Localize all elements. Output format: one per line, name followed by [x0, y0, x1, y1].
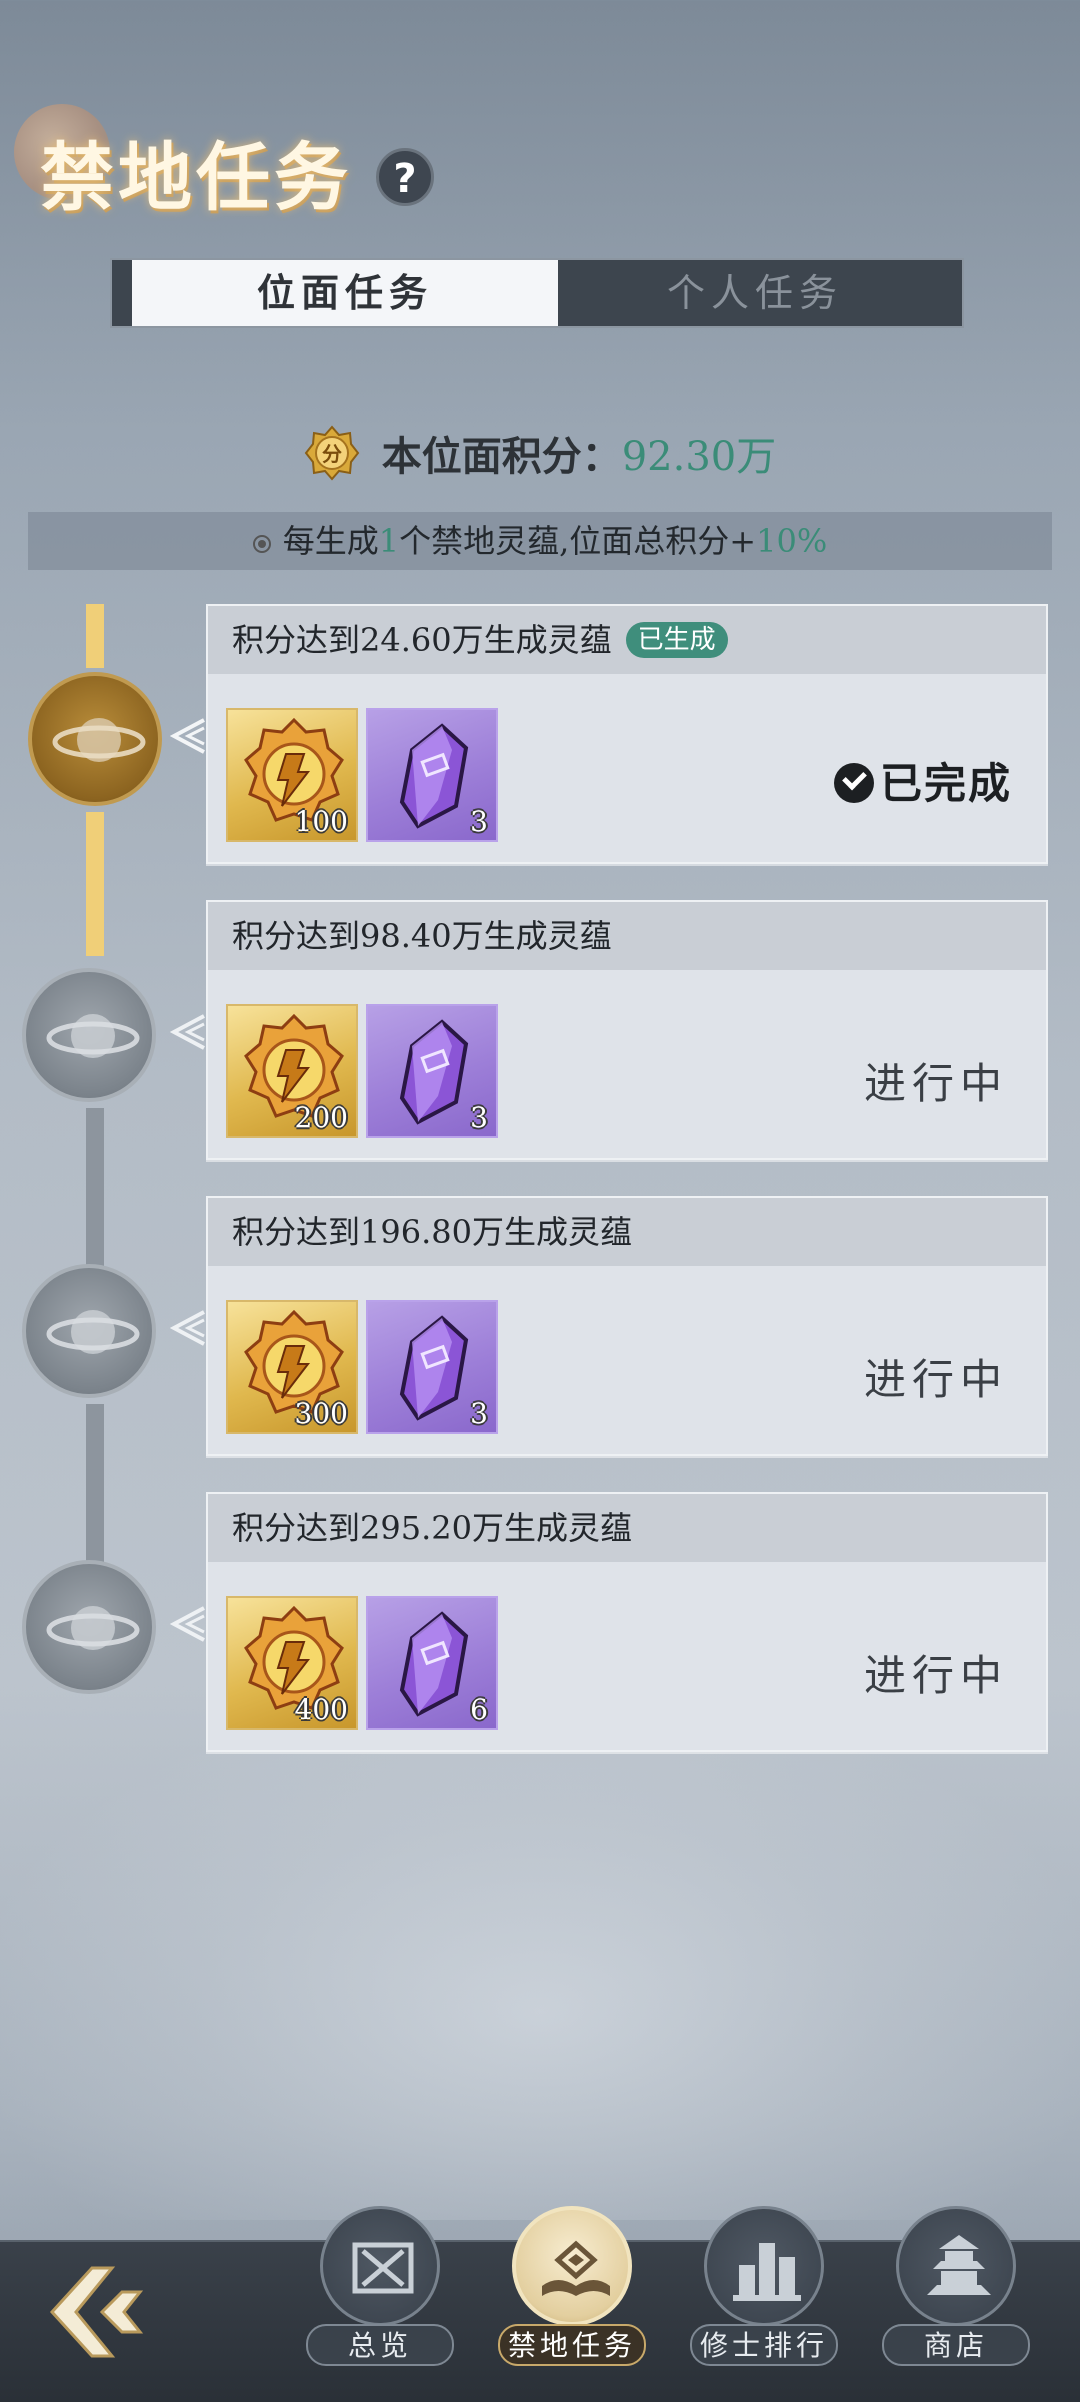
scroll-swords-icon: [352, 2242, 414, 2294]
reward-qty: 200: [294, 1101, 348, 1134]
back-arrow-icon[interactable]: [44, 2262, 154, 2362]
planet-icon: [52, 718, 146, 762]
task-status: 进行中: [863, 1355, 1008, 1404]
book-icon: [542, 2240, 610, 2296]
planet-icon: [46, 1606, 140, 1650]
score-label: 本位面积分：: [381, 433, 622, 480]
reward-item-crystal[interactable]: 6: [366, 1596, 498, 1730]
task-card: 积分达到24.60万生成灵蕴 已生成 100 3 已完成: [206, 604, 1048, 864]
timeline-track: [86, 1404, 104, 1564]
nav-forbidden-tasks[interactable]: 禁地任务: [492, 2206, 652, 2396]
nav-forbidden-tasks-circle: [512, 2206, 632, 2326]
pointer-arrow-icon: [170, 718, 205, 754]
tab-bar: 位面任务 个人任务: [110, 258, 964, 328]
task-status: 进行中: [863, 1651, 1008, 1700]
task-title: 积分达到24.60万生成灵蕴 已生成: [208, 606, 1046, 674]
nav-ranking-circle: [704, 2206, 824, 2326]
reward-item-gold-token[interactable]: 300: [226, 1300, 358, 1434]
reward-qty: 300: [294, 1397, 348, 1430]
reward-qty: 6: [470, 1693, 488, 1726]
plane-score: 分 本位面积分：92.30万: [0, 424, 1080, 482]
rule-middle: 个禁地灵蕴,位面总积分+: [399, 522, 757, 560]
pagoda-icon: [927, 2235, 991, 2295]
task-title: 积分达到196.80万生成灵蕴: [208, 1198, 1046, 1266]
nav-ranking[interactable]: 修士排行: [684, 2206, 844, 2396]
background-mist: [0, 1700, 1080, 2220]
reward-item-gold-token[interactable]: 100: [226, 708, 358, 842]
nav-overview-circle: [320, 2206, 440, 2326]
reward-item-gold-token[interactable]: 400: [226, 1596, 358, 1730]
planet-icon: [46, 1014, 140, 1058]
nav-overview[interactable]: 总览: [300, 2206, 460, 2396]
help-button[interactable]: ?: [376, 148, 434, 206]
timeline-progress: [86, 812, 104, 956]
nav-label: 商店: [882, 2324, 1030, 2366]
ranking-icon: [733, 2243, 801, 2301]
pointer-arrow-icon: [170, 1014, 205, 1050]
task-title: 积分达到295.20万生成灵蕴: [208, 1494, 1046, 1562]
planet-node-completed: [28, 672, 162, 806]
task-status: 已完成: [833, 750, 1012, 811]
planet-node-pending: [22, 1264, 156, 1398]
planet-node-pending: [22, 968, 156, 1102]
reward-item-gold-token[interactable]: 200: [226, 1004, 358, 1138]
task-title: 积分达到98.40万生成灵蕴: [208, 902, 1046, 970]
task-card: 积分达到98.40万生成灵蕴 200 3 进行中: [206, 900, 1048, 1160]
svg-text:分: 分: [322, 442, 342, 466]
score-value: 92.30万: [621, 434, 777, 480]
tab-personal-tasks[interactable]: 个人任务: [542, 260, 968, 326]
task-status-text: 已完成: [879, 759, 1012, 808]
nav-label: 禁地任务: [498, 2324, 646, 2366]
reward-item-crystal[interactable]: 3: [366, 1300, 498, 1434]
page-title: 禁地任务: [40, 135, 352, 221]
rule-bonus: 10%: [756, 522, 828, 560]
tab-plane-tasks[interactable]: 位面任务: [132, 260, 558, 326]
pointer-arrow-icon: [170, 1606, 205, 1642]
timeline-progress: [86, 604, 104, 668]
rule-count: 1: [378, 522, 400, 560]
task-card: 积分达到295.20万生成灵蕴 400 6 进行中: [206, 1492, 1048, 1752]
reward-qty: 100: [294, 805, 348, 838]
reward-qty: 400: [294, 1693, 348, 1726]
reward-qty: 3: [470, 1101, 488, 1134]
reward-qty: 3: [470, 1397, 488, 1430]
nav-label: 修士排行: [690, 2324, 838, 2366]
planet-icon: [46, 1310, 140, 1354]
score-coin-icon: 分: [304, 425, 360, 481]
rule-prefix: 每生成: [282, 522, 379, 560]
reward-item-crystal[interactable]: 3: [366, 1004, 498, 1138]
reward-item-crystal[interactable]: 3: [366, 708, 498, 842]
pointer-arrow-icon: [170, 1310, 205, 1346]
rule-note: 每生成1个禁地灵蕴,位面总积分+10%: [28, 512, 1052, 570]
nav-shop-circle: [896, 2206, 1016, 2326]
nav-label: 总览: [306, 2324, 454, 2366]
generated-badge: 已生成: [625, 621, 728, 658]
task-title-text: 积分达到24.60万生成灵蕴: [232, 621, 612, 659]
task-status: 进行中: [863, 1059, 1008, 1108]
task-card: 积分达到196.80万生成灵蕴 300 3 进行中: [206, 1196, 1048, 1456]
timeline-track: [86, 1108, 104, 1268]
nav-shop[interactable]: 商店: [876, 2206, 1036, 2396]
planet-node-pending: [22, 1560, 156, 1694]
reward-qty: 3: [470, 805, 488, 838]
bullet-icon: [252, 534, 271, 553]
check-icon: [833, 763, 874, 803]
